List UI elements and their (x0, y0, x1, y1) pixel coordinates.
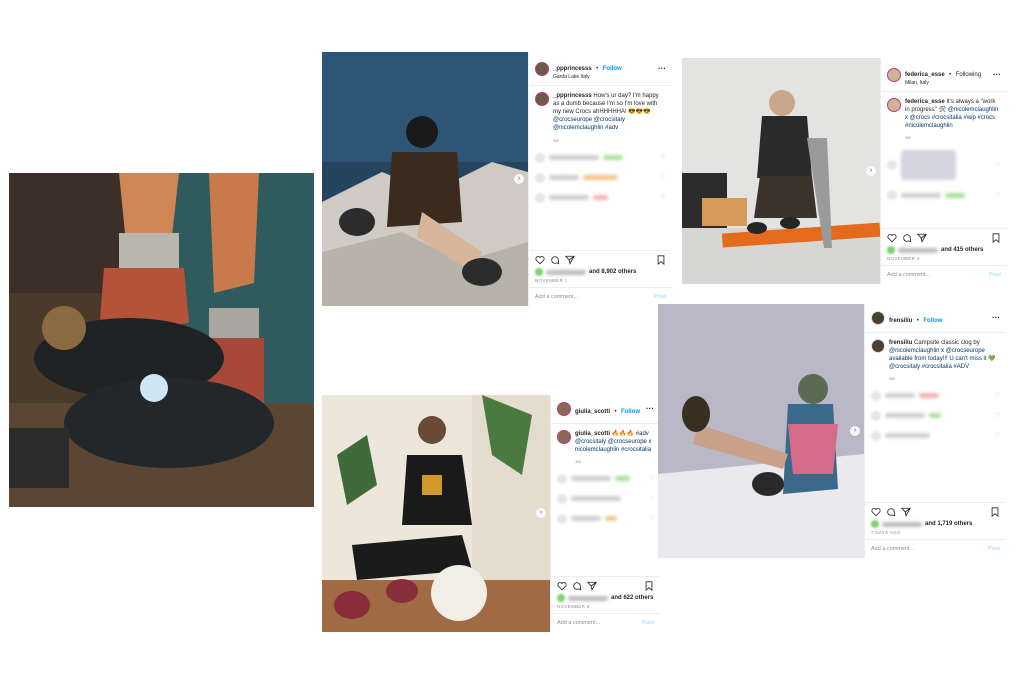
post-image: › (322, 395, 550, 632)
blurred-comment: ♡ (535, 192, 666, 203)
post-date: NOVEMBER 8 (557, 604, 590, 609)
add-comment-input[interactable]: Add a comment... (535, 294, 578, 300)
caption-avatar[interactable] (557, 429, 571, 444)
following-button[interactable]: Following (956, 72, 981, 78)
username[interactable]: federica_esse (905, 72, 945, 78)
blurred-comment: ♡ (887, 190, 1001, 201)
avatar[interactable] (871, 310, 885, 325)
more-icon[interactable]: ··· (992, 313, 1000, 322)
carousel-next-icon[interactable]: › (514, 174, 524, 184)
post-comment-button[interactable]: Post (989, 272, 1001, 278)
blurred-comment: ♡ (871, 430, 1000, 441)
post-comment-button[interactable]: Post (988, 546, 1000, 552)
share-icon[interactable] (587, 581, 597, 591)
heart-icon[interactable] (887, 233, 897, 243)
comment-icon[interactable] (886, 507, 896, 517)
bookmark-icon[interactable] (990, 507, 1000, 517)
add-comment-input[interactable]: Add a comment... (557, 620, 600, 626)
likes-count[interactable]: and 622 others (551, 593, 660, 603)
post-comment-button[interactable]: Post (642, 620, 654, 626)
share-icon[interactable] (917, 233, 927, 243)
instagram-post-frensiliu: › frensiliu • Follow ··· frensiliu Camps… (658, 304, 1006, 558)
heart-icon[interactable] (535, 255, 545, 265)
blurred-comment: ♡ (871, 390, 1000, 401)
caption-time: 1w (553, 137, 559, 143)
likes-count[interactable]: and 415 others (881, 245, 1007, 255)
post-date: 7 DAYS AGO (871, 530, 901, 535)
caption: _ppprincesss How's ur day? I'm happy as … (553, 93, 659, 132)
post-image: › (322, 52, 528, 306)
blurred-comment: ♡ (535, 152, 666, 163)
blurred-comment: ♡ (557, 493, 654, 504)
instagram-post-giulia-scotti: › giulia_scotti • Follow ··· giulia_scot… (322, 395, 660, 632)
follow-button[interactable]: Follow (621, 409, 640, 415)
bookmark-icon[interactable] (991, 233, 1001, 243)
avatar[interactable] (535, 61, 549, 76)
post-date: NOVEMBER 4 (887, 256, 920, 261)
caption-time: 1w (889, 375, 895, 381)
bookmark-icon[interactable] (656, 255, 666, 265)
more-icon[interactable]: ··· (993, 70, 1001, 79)
more-icon[interactable]: ··· (646, 404, 654, 413)
share-icon[interactable] (901, 507, 911, 517)
blurred-comment: ♡ (871, 410, 1000, 421)
blurred-comment: ♡ (557, 473, 654, 484)
post-comment-button[interactable]: Post (654, 294, 666, 300)
caption-tags[interactable]: @crocsitaly @crocseurope x nicolemclaugh… (575, 439, 652, 453)
follow-button[interactable]: Follow (603, 66, 622, 72)
follow-button[interactable]: Follow (923, 318, 942, 324)
blurred-comment: ♡ (557, 513, 654, 524)
instagram-post-federica-esse: › federica_esse • Following Milan, Italy… (682, 58, 1007, 284)
caption-avatar[interactable] (887, 98, 901, 113)
post-image: › (658, 304, 864, 558)
instagram-post-ppprincesss: › _ppprincesss • Follow Garda Lake Italy… (322, 52, 672, 306)
caption: frensiliu Campsite classic clog by @nico… (889, 339, 996, 370)
caption-time: 1w (905, 135, 911, 141)
caption-avatar[interactable] (535, 92, 549, 107)
comment-icon[interactable] (572, 581, 582, 591)
location[interactable]: Milan, Italy (905, 80, 989, 87)
heart-icon[interactable] (871, 507, 881, 517)
comment-icon[interactable] (902, 233, 912, 243)
caption: giulia_scotti 🔥🔥🔥 #adv @crocsitaly @croc… (575, 430, 652, 453)
caption-tags[interactable]: @nicolemclaughlin x @crocseurope availab… (889, 348, 996, 370)
caption: federica_esse It's always a "work in pro… (905, 99, 999, 130)
caption-time: 1w (575, 458, 581, 464)
add-comment-input[interactable]: Add a comment... (871, 546, 914, 552)
carousel-next-icon[interactable]: › (536, 508, 546, 518)
campsite-clog-photo (9, 173, 314, 507)
post-date: NOVEMBER 1 (535, 278, 568, 283)
caption-tags[interactable]: @crocseurope @crocsitaly @nicolemclaughl… (553, 117, 625, 131)
likes-count[interactable]: and 1,719 others (865, 519, 1006, 529)
username[interactable]: _ppprincesss (553, 66, 592, 72)
caption-avatar[interactable] (871, 338, 885, 353)
carousel-next-icon[interactable]: › (866, 166, 876, 176)
share-icon[interactable] (565, 255, 575, 265)
carousel-next-icon[interactable]: › (850, 426, 860, 436)
avatar[interactable] (557, 401, 571, 416)
heart-icon[interactable] (557, 581, 567, 591)
more-icon[interactable]: ··· (658, 64, 666, 73)
blurred-comment: ♡ (887, 150, 1001, 181)
blurred-comment: ♡ (535, 172, 666, 183)
avatar[interactable] (887, 67, 901, 82)
username[interactable]: giulia_scotti (575, 409, 610, 415)
username[interactable]: frensiliu (889, 318, 912, 324)
bookmark-icon[interactable] (644, 581, 654, 591)
comment-icon[interactable] (550, 255, 560, 265)
add-comment-input[interactable]: Add a comment... (887, 272, 930, 278)
likes-count[interactable]: and 8,902 others (529, 267, 672, 277)
post-image: › (682, 58, 880, 284)
location[interactable]: Garda Lake Italy (553, 74, 654, 81)
